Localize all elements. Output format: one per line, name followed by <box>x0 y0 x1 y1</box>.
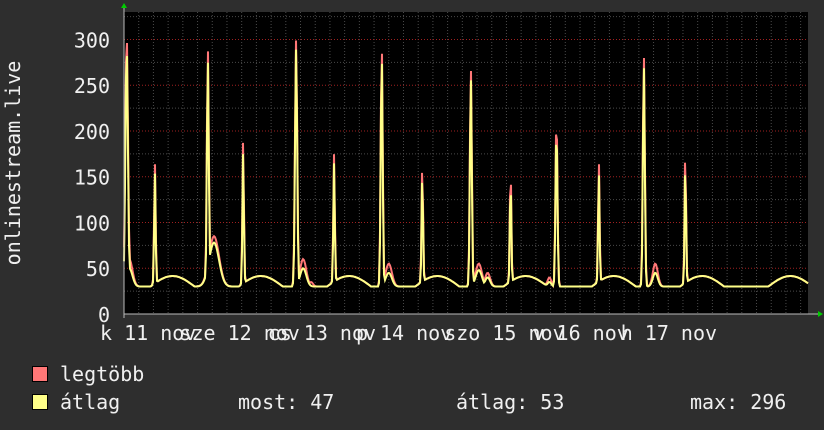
y-axis-arrow <box>121 3 127 8</box>
chart: 050100150200250300onlinestream.livek 11 … <box>1 3 823 345</box>
stat-now: most: 47 <box>238 390 335 414</box>
y-tick-label: 100 <box>74 211 110 235</box>
stat-avg: átlag: 53 <box>456 390 565 414</box>
y-tick-label: 300 <box>74 28 110 52</box>
legend-item-avg: átlag <box>32 390 120 414</box>
legend-swatch-avg <box>32 394 48 410</box>
legend-swatch-max <box>32 366 48 382</box>
x-tick-label: h 17 nov <box>621 321 717 345</box>
x-axis-arrow <box>818 311 823 317</box>
legend-label-avg: átlag <box>60 390 121 414</box>
stat-max: max: 296 <box>690 390 787 414</box>
y-tick-label: 250 <box>74 74 110 98</box>
y-tick-label: 200 <box>74 120 110 144</box>
y-axis-label: onlinestream.live <box>1 61 25 266</box>
y-tick-label: 150 <box>74 166 110 190</box>
legend-item-max: legtöbb <box>32 362 144 386</box>
y-tick-label: 50 <box>86 257 110 281</box>
legend-label-max: legtöbb <box>60 362 145 386</box>
x-tick-label: p 14 nov <box>356 321 452 345</box>
x-tick-label: v 16 nov <box>532 321 628 345</box>
